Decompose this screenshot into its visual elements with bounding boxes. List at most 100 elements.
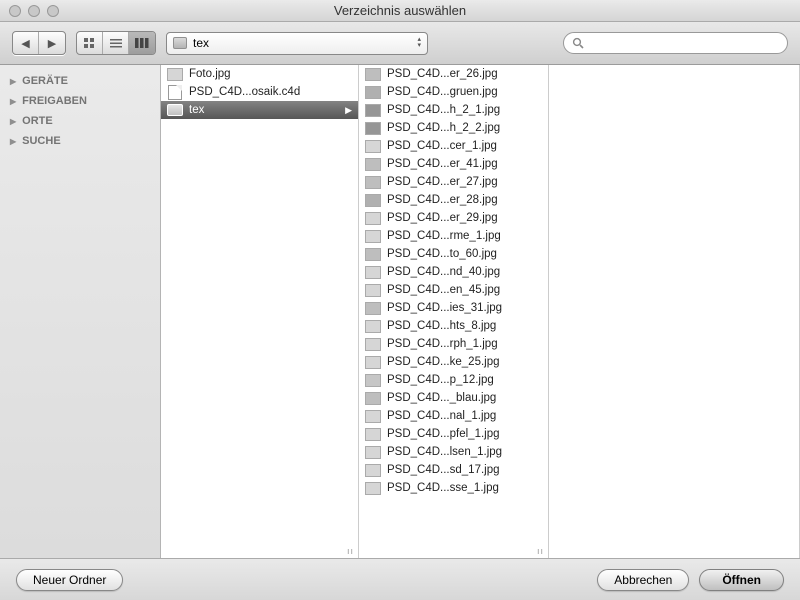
list-item[interactable]: PSD_C4D...to_60.jpg xyxy=(359,245,548,263)
chevron-right-icon: ▶ xyxy=(345,105,352,116)
image-thumb-icon xyxy=(365,266,381,279)
image-thumb-icon xyxy=(365,212,381,225)
sidebar: GERÄTE FREIGABEN ORTE SUCHE xyxy=(0,65,161,558)
image-thumb-icon xyxy=(365,320,381,333)
list-item[interactable]: PSD_C4D...pfel_1.jpg xyxy=(359,425,548,443)
list-item[interactable]: PSD_C4D...sse_1.jpg xyxy=(359,479,548,497)
item-label: PSD_C4D...hts_8.jpg xyxy=(387,320,496,332)
item-label: PSD_C4D...ke_25.jpg xyxy=(387,356,500,368)
item-label: PSD_C4D...h_2_1.jpg xyxy=(387,104,500,116)
sidebar-section-search[interactable]: SUCHE xyxy=(0,131,160,151)
sidebar-section-places[interactable]: ORTE xyxy=(0,111,160,131)
image-thumb-icon xyxy=(365,482,381,495)
column-resize-handle[interactable]: ıı xyxy=(347,546,354,556)
image-thumb-icon xyxy=(365,158,381,171)
item-label: PSD_C4D...lsen_1.jpg xyxy=(387,446,502,458)
list-item[interactable]: PSD_C4D...p_12.jpg xyxy=(359,371,548,389)
image-thumb-icon xyxy=(365,356,381,369)
item-label: PSD_C4D...nd_40.jpg xyxy=(387,266,500,278)
list-item[interactable]: PSD_C4D...hts_8.jpg xyxy=(359,317,548,335)
image-thumb-icon xyxy=(365,86,381,99)
list-item[interactable]: PSD_C4D...en_45.jpg xyxy=(359,281,548,299)
image-thumb-icon xyxy=(365,374,381,387)
image-thumb-icon xyxy=(365,428,381,441)
list-item[interactable]: PSD_C4D...sd_17.jpg xyxy=(359,461,548,479)
list-item[interactable]: PSD_C4D..._blau.jpg xyxy=(359,389,548,407)
search-input[interactable] xyxy=(588,36,779,50)
path-label: tex xyxy=(193,36,209,50)
item-label: PSD_C4D...er_41.jpg xyxy=(387,158,498,170)
close-icon[interactable] xyxy=(9,5,21,17)
item-label: PSD_C4D...ies_31.jpg xyxy=(387,302,502,314)
item-label: PSD_C4D...pfel_1.jpg xyxy=(387,428,500,440)
image-thumb-icon xyxy=(365,302,381,315)
sidebar-section-devices[interactable]: GERÄTE xyxy=(0,71,160,91)
browser-body: GERÄTE FREIGABEN ORTE SUCHE Foto.jpg PSD_… xyxy=(0,65,800,559)
column-resize-handle[interactable]: ıı xyxy=(537,546,544,556)
image-thumb-icon xyxy=(365,104,381,117)
list-item[interactable]: tex▶ xyxy=(161,101,358,119)
open-button[interactable]: Öffnen xyxy=(699,569,784,591)
image-thumb-icon xyxy=(365,410,381,423)
icon-view-button[interactable] xyxy=(77,32,103,54)
forward-button[interactable]: ▶ xyxy=(39,32,65,54)
item-label: PSD_C4D...sd_17.jpg xyxy=(387,464,500,476)
sidebar-section-shared[interactable]: FREIGABEN xyxy=(0,91,160,111)
window-title: Verzeichnis auswählen xyxy=(0,3,800,18)
list-item[interactable]: PSD_C4D...er_41.jpg xyxy=(359,155,548,173)
image-thumb-icon xyxy=(365,140,381,153)
list-item[interactable]: PSD_C4D...gruen.jpg xyxy=(359,83,548,101)
item-label: PSD_C4D...cer_1.jpg xyxy=(387,140,497,152)
nav-buttons: ◀ ▶ xyxy=(12,31,66,55)
image-thumb-icon xyxy=(365,68,381,81)
list-item[interactable]: PSD_C4D...h_2_2.jpg xyxy=(359,119,548,137)
list-view-button[interactable] xyxy=(103,32,129,54)
window-controls xyxy=(9,5,59,17)
path-popup[interactable]: tex ▴▾ xyxy=(166,32,428,55)
item-label: PSD_C4D...osaik.c4d xyxy=(189,86,300,98)
list-item[interactable]: PSD_C4D...ies_31.jpg xyxy=(359,299,548,317)
item-label: PSD_C4D...p_12.jpg xyxy=(387,374,494,386)
list-item[interactable]: PSD_C4D...er_28.jpg xyxy=(359,191,548,209)
item-label: PSD_C4D...rme_1.jpg xyxy=(387,230,501,242)
item-label: PSD_C4D...er_27.jpg xyxy=(387,176,498,188)
item-label: PSD_C4D...h_2_2.jpg xyxy=(387,122,500,134)
list-item[interactable]: PSD_C4D...osaik.c4d xyxy=(161,83,358,101)
image-thumb-icon xyxy=(365,338,381,351)
list-item[interactable]: PSD_C4D...ke_25.jpg xyxy=(359,353,548,371)
item-label: Foto.jpg xyxy=(189,68,231,80)
image-thumb-icon xyxy=(365,284,381,297)
list-item[interactable]: PSD_C4D...rph_1.jpg xyxy=(359,335,548,353)
list-item[interactable]: PSD_C4D...er_26.jpg xyxy=(359,65,548,83)
minimize-icon[interactable] xyxy=(28,5,40,17)
column-3 xyxy=(549,65,800,558)
list-item[interactable]: PSD_C4D...cer_1.jpg xyxy=(359,137,548,155)
list-item[interactable]: PSD_C4D...nal_1.jpg xyxy=(359,407,548,425)
item-label: PSD_C4D...er_28.jpg xyxy=(387,194,498,206)
list-item[interactable]: PSD_C4D...nd_40.jpg xyxy=(359,263,548,281)
item-label: PSD_C4D...sse_1.jpg xyxy=(387,482,499,494)
folder-icon xyxy=(167,104,183,116)
popup-arrows-icon: ▴▾ xyxy=(417,37,421,49)
cancel-button[interactable]: Abbrechen xyxy=(597,569,689,591)
back-button[interactable]: ◀ xyxy=(13,32,39,54)
footer: Neuer Ordner Abbrechen Öffnen xyxy=(0,559,800,600)
image-thumb-icon xyxy=(365,176,381,189)
image-thumb-icon xyxy=(365,122,381,135)
titlebar: Verzeichnis auswählen xyxy=(0,0,800,22)
zoom-icon[interactable] xyxy=(47,5,59,17)
new-folder-button[interactable]: Neuer Ordner xyxy=(16,569,123,591)
column-view-button[interactable] xyxy=(129,32,155,54)
image-thumb-icon xyxy=(167,68,183,81)
list-item[interactable]: PSD_C4D...h_2_1.jpg xyxy=(359,101,548,119)
list-item[interactable]: PSD_C4D...rme_1.jpg xyxy=(359,227,548,245)
list-item[interactable]: PSD_C4D...er_27.jpg xyxy=(359,173,548,191)
item-label: PSD_C4D...nal_1.jpg xyxy=(387,410,496,422)
list-item[interactable]: Foto.jpg xyxy=(161,65,358,83)
item-label: PSD_C4D...er_29.jpg xyxy=(387,212,498,224)
image-thumb-icon xyxy=(365,194,381,207)
list-item[interactable]: PSD_C4D...lsen_1.jpg xyxy=(359,443,548,461)
list-item[interactable]: PSD_C4D...er_29.jpg xyxy=(359,209,548,227)
image-thumb-icon xyxy=(365,446,381,459)
search-field[interactable] xyxy=(563,32,788,54)
